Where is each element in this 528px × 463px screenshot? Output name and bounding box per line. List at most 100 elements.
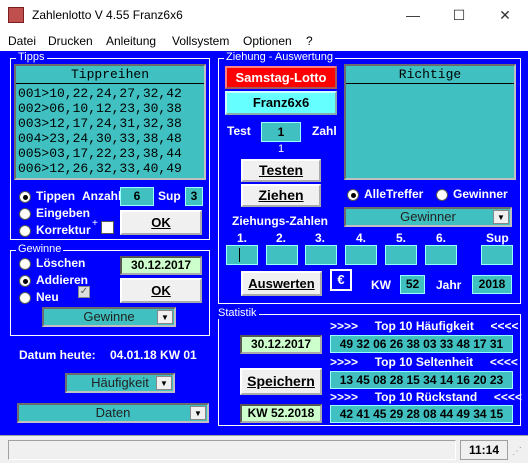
- top-haeufigkeit-label: >>>> Top 10 Häufigkeit <<<<: [330, 319, 519, 333]
- zahl-input-3[interactable]: [305, 245, 337, 265]
- datum-heute-label: Datum heute:: [19, 348, 96, 362]
- column-6-label: 6.: [436, 231, 447, 245]
- column-4-label: 4.: [356, 231, 367, 245]
- radio-eingeben[interactable]: [19, 208, 31, 220]
- kw-year-field[interactable]: KW 52.2018: [240, 404, 322, 423]
- haeufigkeit-combo-value: Häufigkeit: [91, 375, 149, 390]
- tipps-ok-button[interactable]: OK: [120, 210, 202, 235]
- daten-combo-value: Daten: [95, 405, 131, 420]
- radio-tippen[interactable]: [19, 191, 31, 203]
- radio-gewinner-label: Gewinner: [453, 187, 508, 201]
- radio-alletreffer-label: AlleTreffer: [364, 187, 424, 201]
- radio-addieren[interactable]: [19, 275, 31, 287]
- zahl-input-sup[interactable]: [481, 245, 513, 265]
- column-sup-label: Sup: [486, 231, 509, 245]
- radio-eingeben-label: Eingeben: [36, 206, 91, 220]
- zahl-label: Zahl: [312, 124, 337, 138]
- radio-korrektur[interactable]: [19, 225, 31, 237]
- tipp-row[interactable]: 005>03,17,22,23,38,44: [18, 146, 182, 161]
- speichern-button[interactable]: Speichern: [240, 368, 322, 395]
- jahr-label: Jahr: [436, 278, 462, 292]
- close-button[interactable]: ✕: [482, 0, 528, 30]
- korrektur-plus-checkbox[interactable]: [101, 221, 114, 234]
- kw-field[interactable]: 52: [400, 275, 425, 294]
- menu-optionen[interactable]: Optionen: [243, 34, 292, 48]
- zahl-input-4[interactable]: [345, 245, 377, 265]
- text-cursor: [239, 248, 240, 262]
- chevron-down-icon: ▼: [190, 406, 206, 420]
- radio-korrektur-label: Korrektur: [36, 223, 91, 237]
- gewinne-group-label: Gewinne: [16, 243, 64, 255]
- radio-neu[interactable]: [19, 292, 31, 304]
- auswerten-button-label: Auswerten: [248, 276, 315, 291]
- franz6x6-button[interactable]: Franz6x6: [225, 91, 337, 115]
- radio-loeschen-label: Löschen: [36, 256, 86, 270]
- radio-gewinner[interactable]: [436, 189, 448, 201]
- test-label: Test: [227, 124, 251, 138]
- testen-button[interactable]: Testen: [241, 159, 321, 182]
- column-3-label: 3.: [315, 231, 326, 245]
- tipp-row[interactable]: 003>12,17,24,31,32,38: [18, 116, 182, 131]
- column-1-label: 1.: [237, 231, 248, 245]
- tippreihen-header: Tippreihen: [16, 66, 204, 84]
- plus-label: +: [92, 218, 98, 229]
- zahl-input-1[interactable]: [226, 245, 258, 265]
- jahr-field[interactable]: 2018: [472, 275, 512, 294]
- haeufigkeit-combo[interactable]: Häufigkeit ▼: [65, 373, 175, 393]
- zahl-input-2[interactable]: [266, 245, 298, 265]
- chevron-down-icon: ▼: [156, 376, 172, 390]
- status-time: 11:14: [460, 440, 508, 460]
- datum-heute-value: 04.01.18 KW 01: [110, 348, 197, 362]
- statistik-date-field[interactable]: 30.12.2017: [240, 335, 322, 354]
- zahl-input-5[interactable]: [385, 245, 417, 265]
- auswerten-button[interactable]: Auswerten: [241, 271, 322, 296]
- anzahl-label: Anzahl: [82, 189, 122, 203]
- menu-anleitung[interactable]: Anleitung: [106, 34, 156, 48]
- test-field[interactable]: 1: [261, 122, 301, 142]
- ziehen-button[interactable]: Ziehen: [241, 184, 321, 207]
- zahl-input-6[interactable]: [425, 245, 457, 265]
- rueckstand-row: 42 41 45 29 28 08 44 49 34 15: [330, 405, 513, 423]
- ziehen-button-label: Ziehen: [258, 187, 304, 203]
- window-title: Zahlenlotto V 4.55 Franz6x6: [32, 8, 183, 22]
- tipp-row[interactable]: 004>23,24,30,33,38,48: [18, 131, 182, 146]
- sup-label: Sup: [158, 189, 181, 203]
- gewinner-combo[interactable]: Gewinner ▼: [344, 207, 512, 227]
- richtige-header: Richtige: [346, 66, 514, 84]
- column-5-label: 5.: [396, 231, 407, 245]
- small-number: 1: [278, 143, 285, 155]
- neu-checkbox[interactable]: ✓: [78, 286, 90, 298]
- euro-button[interactable]: €: [330, 269, 352, 291]
- resize-grip-icon[interactable]: ⋰: [512, 446, 526, 460]
- chevron-down-icon: ▼: [157, 310, 173, 324]
- gewinne-combo-value: Gewinne: [83, 309, 135, 324]
- radio-addieren-label: Addieren: [36, 273, 89, 287]
- maximize-button[interactable]: ☐: [436, 0, 482, 30]
- radio-loeschen[interactable]: [19, 258, 31, 270]
- gewinne-ok-button[interactable]: OK: [120, 278, 202, 303]
- daten-combo[interactable]: Daten ▼: [17, 403, 209, 423]
- tipps-group-label: Tipps: [16, 51, 47, 63]
- tipp-row[interactable]: 002>06,10,12,23,30,38: [18, 101, 182, 116]
- tipp-row[interactable]: 006>12,26,32,33,40,49: [18, 161, 182, 176]
- sup-field[interactable]: 3: [185, 187, 203, 206]
- menu-datei[interactable]: Datei: [8, 34, 36, 48]
- minimize-button[interactable]: —: [390, 0, 436, 30]
- ziehungs-zahlen-label: Ziehungs-Zahlen: [232, 214, 328, 228]
- radio-alletreffer[interactable]: [347, 189, 359, 201]
- gewinne-date-field[interactable]: 30.12.2017: [120, 256, 202, 275]
- anzahl-field[interactable]: 6: [120, 187, 154, 206]
- tipp-row[interactable]: 001>10,22,24,27,32,42: [18, 86, 182, 101]
- menu-vollsystem[interactable]: Vollsystem: [172, 34, 229, 48]
- statistik-group-label: Statistik: [216, 307, 259, 319]
- menu-help[interactable]: ?: [306, 34, 313, 48]
- radio-tippen-label: Tippen: [36, 189, 76, 203]
- gewinne-combo[interactable]: Gewinne ▼: [42, 307, 176, 327]
- top-seltenheit-label: >>>> Top 10 Seltenheit <<<<: [330, 355, 518, 369]
- menu-drucken[interactable]: Drucken: [48, 34, 93, 48]
- kw-label: KW: [371, 278, 391, 292]
- testen-button-label: Testen: [258, 162, 304, 178]
- gewinner-combo-value: Gewinner: [400, 209, 456, 224]
- haeufigkeit-row: 49 32 06 26 38 03 33 48 17 31: [330, 335, 513, 353]
- samstag-lotto-button[interactable]: Samstag-Lotto: [225, 66, 337, 89]
